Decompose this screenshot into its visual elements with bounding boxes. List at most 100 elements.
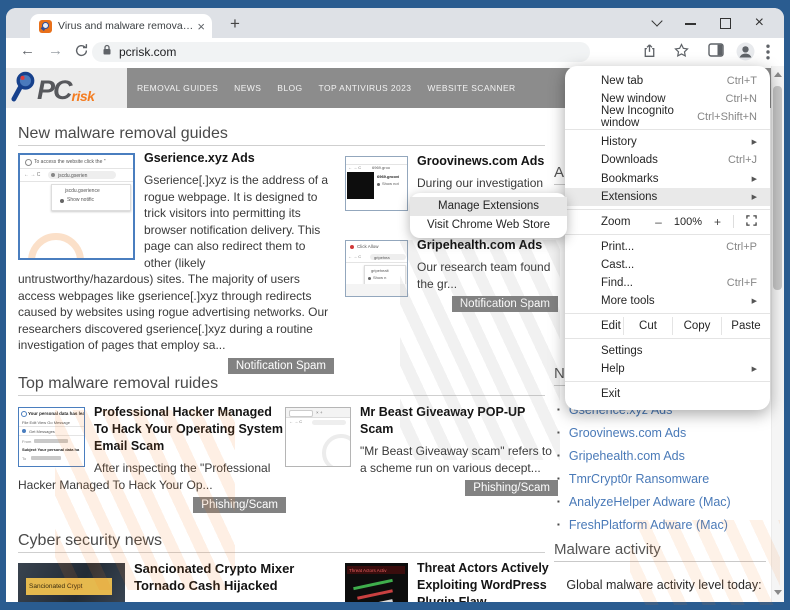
sidebar-link-analyzehelper[interactable]: ▪ AnalyzeHelper Adware (Mac) bbox=[557, 490, 731, 513]
tab-strip: Virus and malware removal instru × + × bbox=[6, 8, 784, 38]
browser-toolbar: ← → pcrisk.com bbox=[6, 38, 784, 66]
back-button[interactable]: ← bbox=[20, 42, 35, 60]
mini-nav-icons: ← → C bbox=[348, 254, 361, 259]
menu-item-find[interactable]: Find... Ctrl+F bbox=[565, 274, 770, 292]
side-panel-icon[interactable] bbox=[708, 43, 724, 62]
scrollbar-down-arrow[interactable] bbox=[774, 590, 782, 595]
mini-line: Your personal data has leake bbox=[28, 411, 85, 416]
scrollbar-up-arrow[interactable] bbox=[774, 72, 782, 77]
nav-removal-guides[interactable]: REMOVAL GUIDES bbox=[137, 83, 218, 93]
mini-nav-icons: ← → C bbox=[289, 419, 302, 424]
menu-separator bbox=[565, 209, 770, 210]
article-hacker-thumbnail[interactable]: Your personal data has leake File Edit V… bbox=[18, 407, 85, 467]
window-close-button[interactable]: × bbox=[755, 15, 764, 31]
sidebar-link-freshplatform[interactable]: ▪ FreshPlatform Adware (Mac) bbox=[557, 513, 728, 536]
share-icon[interactable] bbox=[642, 43, 657, 63]
menu-item-extensions[interactable]: Extensions ▶ bbox=[565, 188, 770, 206]
menu-item-label: Bookmarks bbox=[601, 173, 659, 185]
zoom-out-button[interactable]: – bbox=[655, 215, 662, 229]
pcrisk-logo-glass-icon bbox=[10, 70, 37, 103]
paste-button[interactable]: Paste bbox=[721, 317, 770, 335]
article-mrbeast-thumbnail[interactable]: × + ← → C bbox=[285, 407, 351, 467]
menu-item-new-incognito-window[interactable]: New Incognito window Ctrl+Shift+N bbox=[565, 108, 770, 126]
article-tag[interactable]: Phishing/Scam bbox=[193, 497, 286, 513]
mini-code-line bbox=[353, 579, 393, 590]
menu-item-exit[interactable]: Exit bbox=[565, 385, 770, 403]
forward-button[interactable]: → bbox=[48, 42, 63, 60]
mini-watermark-circle bbox=[322, 434, 351, 467]
bookmark-star-icon[interactable] bbox=[674, 43, 689, 63]
menu-shortcut: Ctrl+T bbox=[727, 75, 757, 87]
article-gserience-thumbnail[interactable]: To access the website click the " ← → C … bbox=[18, 153, 135, 260]
article-wordpress-thumbnail[interactable]: Threat Actors Activ bbox=[345, 563, 408, 602]
mini-line: Subject Your personal data ha bbox=[22, 447, 79, 452]
pcrisk-logo[interactable]: PC risk bbox=[6, 68, 127, 108]
address-bar[interactable]: pcrisk.com bbox=[92, 42, 590, 62]
mini-url-text: gripehea bbox=[374, 255, 390, 260]
sidebar-link-label[interactable]: TmrCrypt0r Ransomware bbox=[569, 472, 709, 486]
menu-item-label: Extensions bbox=[601, 191, 657, 203]
window-chevron-down-icon[interactable] bbox=[651, 15, 662, 26]
sidebar-heading-partial-1: A bbox=[554, 164, 564, 181]
reload-button[interactable] bbox=[74, 43, 89, 63]
submenu-item-manage-extensions[interactable]: Manage Extensions bbox=[410, 197, 567, 216]
nav-top-antivirus[interactable]: TOP ANTIVIRUS 2023 bbox=[319, 83, 412, 93]
copy-button[interactable]: Copy bbox=[672, 317, 721, 335]
nav-blog[interactable]: BLOG bbox=[277, 83, 302, 93]
sidebar-link-label[interactable]: Groovinews.com Ads bbox=[569, 426, 686, 440]
menu-item-print[interactable]: Print... Ctrl+P bbox=[565, 238, 770, 256]
mini-alert-text: Click Allow bbox=[357, 244, 379, 249]
mini-watermark-circle bbox=[28, 233, 84, 260]
sidebar-link-label[interactable]: AnalyzeHelper Adware (Mac) bbox=[569, 495, 731, 509]
browser-menu-dots-icon[interactable] bbox=[766, 44, 770, 65]
sidebar-link-gripehealth[interactable]: ▪ Gripehealth.com Ads bbox=[557, 444, 685, 467]
menu-shortcut: Ctrl+J bbox=[728, 154, 757, 166]
bullet-icon: ▪ bbox=[557, 474, 560, 483]
menu-item-label: History bbox=[601, 136, 637, 148]
menu-item-bookmarks[interactable]: Bookmarks ▶ bbox=[565, 169, 770, 187]
menu-item-more-tools[interactable]: More tools ▶ bbox=[565, 292, 770, 310]
article-wordpress: Threat Actors Activ Threat Actors Active… bbox=[345, 560, 558, 602]
menu-item-settings[interactable]: Settings bbox=[565, 342, 770, 360]
mini-black-frame bbox=[347, 172, 374, 199]
menu-item-new-tab[interactable]: New tab Ctrl+T bbox=[565, 72, 770, 90]
article-gripehealth-thumbnail[interactable]: Click Allow ← → C gripehea gripehealt Sh… bbox=[345, 240, 408, 297]
window-maximize-button[interactable] bbox=[720, 18, 731, 29]
bullet-icon: ▪ bbox=[557, 428, 560, 437]
menu-separator bbox=[565, 129, 770, 130]
zoom-in-button[interactable]: + bbox=[714, 215, 721, 229]
mini-bell-icon bbox=[368, 277, 371, 280]
sidebar-link-tmrcrypt0r[interactable]: ▪ TmrCrypt0r Ransomware bbox=[557, 467, 709, 490]
submenu-item-visit-chrome-web-store[interactable]: Visit Chrome Web Store bbox=[410, 216, 567, 235]
mini-line: 6969.groovi bbox=[377, 174, 399, 179]
menu-item-cast[interactable]: Cast... bbox=[565, 256, 770, 274]
article-tag[interactable]: Notification Spam bbox=[228, 358, 334, 374]
cut-button[interactable]: Cut bbox=[623, 317, 672, 335]
mini-app-icon bbox=[21, 411, 27, 417]
profile-avatar[interactable] bbox=[736, 42, 755, 66]
article-groovinews-thumbnail[interactable]: ← → C 6969.groo 6969.groovi Show not bbox=[345, 156, 408, 211]
scrollbar-thumb[interactable] bbox=[773, 86, 782, 290]
edit-label: Edit bbox=[565, 317, 623, 335]
sidebar-link-label[interactable]: Gripehealth.com Ads bbox=[569, 449, 685, 463]
browser-tab[interactable]: Virus and malware removal instru × bbox=[30, 14, 212, 38]
lock-icon[interactable] bbox=[102, 43, 112, 61]
article-tag[interactable]: Phishing/Scam bbox=[465, 480, 558, 496]
tab-close-icon[interactable]: × bbox=[197, 20, 205, 33]
menu-item-downloads[interactable]: Downloads Ctrl+J bbox=[565, 151, 770, 169]
sidebar-link-label[interactable]: FreshPlatform Adware (Mac) bbox=[569, 518, 728, 532]
menu-shortcut: Ctrl+P bbox=[726, 241, 757, 253]
menu-item-label: Downloads bbox=[601, 154, 658, 166]
menu-item-history[interactable]: History ▶ bbox=[565, 133, 770, 151]
menu-shortcut: Ctrl+N bbox=[726, 93, 757, 105]
mini-notification-popup: jscdu.gserience Show notific bbox=[51, 184, 131, 211]
menu-item-help[interactable]: Help ▶ bbox=[565, 360, 770, 378]
nav-news[interactable]: NEWS bbox=[234, 83, 261, 93]
article-tornado-thumbnail[interactable]: Sancionated Crypt bbox=[18, 563, 125, 602]
new-tab-button[interactable]: + bbox=[222, 11, 248, 37]
sidebar-link-groovinews[interactable]: ▪ Groovinews.com Ads bbox=[557, 421, 686, 444]
fullscreen-icon[interactable] bbox=[746, 215, 757, 229]
window-minimize-button[interactable] bbox=[685, 23, 696, 25]
nav-website-scanner[interactable]: WEBSITE SCANNER bbox=[427, 83, 515, 93]
article-tag[interactable]: Notification Spam bbox=[452, 296, 558, 312]
